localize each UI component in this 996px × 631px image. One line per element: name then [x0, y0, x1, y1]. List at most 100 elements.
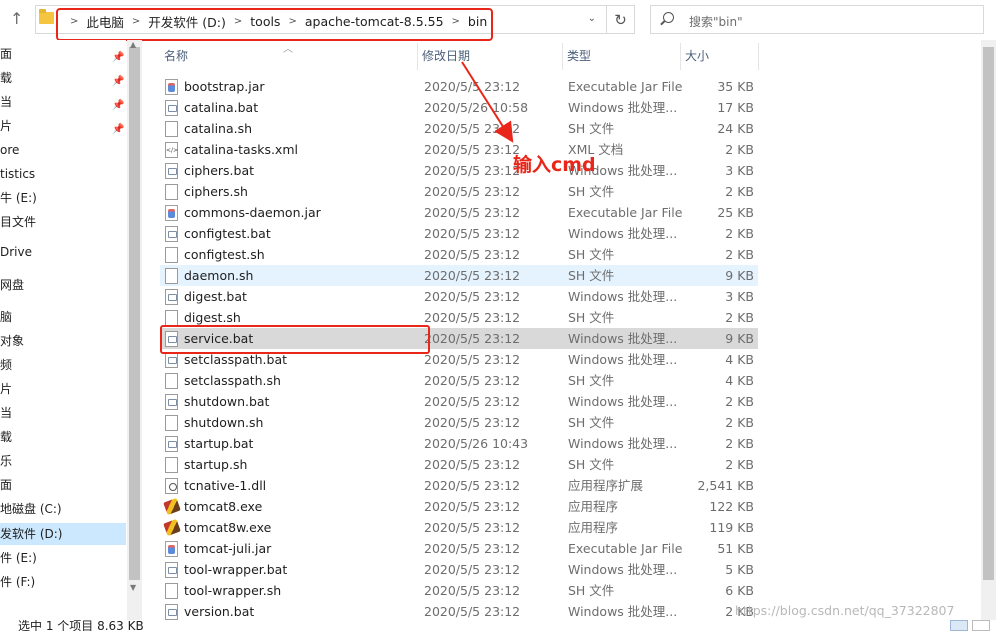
file-size: 2 KB	[725, 184, 754, 199]
file-date: 2020/5/5 23:12	[424, 310, 521, 325]
annotation-text: 输入cmd	[513, 154, 596, 176]
column-date[interactable]: 修改日期	[418, 43, 563, 70]
file-row[interactable]: ciphers.bat 2020/5/5 23:12 Windows 批处理... 3…	[160, 160, 758, 181]
file-name: tomcat-juli.jar	[184, 541, 272, 556]
column-name[interactable]: 名称	[160, 43, 418, 70]
file-type: Windows 批处理...	[568, 226, 678, 241]
sidebar-item[interactable]: 件 (F:)	[0, 571, 126, 593]
file-row[interactable]: tcnative-1.dll 2020/5/5 23:12 应用程序扩展 2,541 …	[160, 475, 758, 496]
sidebar-scrollbar-thumb[interactable]	[129, 47, 140, 580]
sidebar-item[interactable]: 当	[0, 402, 126, 424]
file-name: tomcat8w.exe	[184, 520, 272, 535]
sidebar-item[interactable]: 面	[0, 474, 126, 496]
column-size[interactable]: 大小	[681, 43, 759, 70]
file-date: 2020/5/5 23:12	[424, 142, 521, 157]
large-icons-view-icon[interactable]	[972, 620, 990, 631]
file-row[interactable]: setclasspath.sh 2020/5/5 23:12 SH 文件 4 KB	[160, 370, 758, 391]
file-name: startup.bat	[184, 436, 254, 451]
file-row[interactable]: digest.bat 2020/5/5 23:12 Windows 批处理... 3 …	[160, 286, 758, 307]
details-view-icon[interactable]	[950, 620, 968, 631]
sidebar-item[interactable]: 载 📌	[0, 67, 126, 89]
file-icon	[165, 268, 178, 284]
file-row[interactable]: catalina-tasks.xml2020/5/5 23:12XML 文档2 …	[160, 139, 758, 161]
sidebar-item[interactable]: 频	[0, 354, 126, 376]
file-row[interactable]: version.bat 2020/5/5 23:12 Windows 批处理... 2…	[160, 601, 758, 622]
bat-icon	[165, 289, 178, 305]
bat-icon	[165, 394, 178, 410]
chevron-down-icon[interactable]: ⌄	[588, 13, 596, 24]
sidebar-item-label: 载	[0, 430, 13, 444]
sidebar-item[interactable]: Drive	[0, 241, 126, 263]
file-row[interactable]: tool-wrapper.bat 2020/5/5 23:12 Windows 批处…	[160, 559, 758, 580]
sidebar-item[interactable]: 发软件 (D:)	[0, 523, 126, 545]
tomcat-exe-icon	[165, 520, 178, 536]
file-type: SH 文件	[568, 415, 615, 430]
file-row[interactable]: daemon.sh 2020/5/5 23:12 SH 文件 9 KB	[160, 265, 758, 286]
sidebar-item[interactable]: 对象	[0, 330, 126, 352]
sidebar-item[interactable]: tistics	[0, 163, 126, 185]
file-name: tool-wrapper.sh	[184, 583, 282, 598]
bat-icon	[165, 163, 178, 179]
column-type[interactable]: 类型	[563, 43, 681, 70]
sidebar-item[interactable]: 目文件	[0, 211, 126, 233]
file-row[interactable]: bootstrap.jar 2020/5/5 23:12 Executable Ja…	[160, 76, 758, 97]
bat-icon	[165, 226, 178, 242]
file-list-scrollbar-thumb[interactable]	[983, 47, 994, 580]
pin-icon[interactable]: 📌	[112, 71, 124, 93]
sidebar-item[interactable]: ore	[0, 139, 126, 161]
file-row[interactable]: startup.bat 2020/5/26 10:43 Windows 批处理...…	[160, 433, 758, 454]
file-row[interactable]: shutdown.bat 2020/5/5 23:12 Windows 批处理...…	[160, 391, 758, 412]
up-arrow-icon[interactable]: ↑	[10, 9, 23, 28]
sidebar-item-label: 频	[0, 358, 13, 372]
scroll-down-icon[interactable]: ▼	[130, 583, 136, 592]
file-date: 2020/5/5 23:12	[424, 331, 521, 346]
sidebar-item[interactable]: 脑	[0, 306, 126, 328]
file-row[interactable]: tomcat-juli.jar 2020/5/5 23:12 Executable …	[160, 538, 758, 559]
refresh-button[interactable]: ↻	[607, 5, 635, 34]
sidebar-item[interactable]: 载	[0, 426, 126, 448]
sidebar-item-label: tistics	[0, 167, 36, 181]
file-type: 应用程序	[568, 499, 619, 514]
file-row[interactable]: ciphers.sh 2020/5/5 23:12 SH 文件 2 KB	[160, 181, 758, 202]
sidebar-item-label: 片	[0, 382, 13, 396]
file-type: Windows 批处理...	[568, 289, 678, 304]
file-type: SH 文件	[568, 184, 615, 199]
file-row[interactable]: catalina.sh 2020/5/5 23:12 SH 文件 24 KB	[160, 118, 758, 139]
sidebar-item[interactable]: 片 📌	[0, 115, 126, 137]
pin-icon[interactable]: 📌	[112, 47, 124, 69]
file-name: catalina.bat	[184, 100, 259, 115]
sidebar-item[interactable]: 乐	[0, 450, 126, 472]
file-row[interactable]: tool-wrapper.sh 2020/5/5 23:12 SH 文件 6 KB	[160, 580, 758, 601]
file-row[interactable]: startup.sh 2020/5/5 23:12 SH 文件 2 KB	[160, 454, 758, 475]
refresh-icon: ↻	[614, 10, 627, 29]
file-name: startup.sh	[184, 457, 248, 472]
file-row[interactable]: tomcat8.exe 2020/5/5 23:12 应用程序 122 KB	[160, 496, 758, 517]
sidebar-item-label: ore	[0, 143, 20, 157]
jar-icon	[165, 541, 178, 557]
file-row[interactable]: shutdown.sh 2020/5/5 23:12 SH 文件 2 KB	[160, 412, 758, 433]
pin-icon[interactable]: 📌	[112, 119, 124, 141]
file-date: 2020/5/5 23:12	[424, 289, 521, 304]
search-box[interactable]: 搜索"bin"	[650, 5, 984, 34]
file-row[interactable]: tomcat8w.exe 2020/5/5 23:12 应用程序 119 KB	[160, 517, 758, 538]
sidebar-item[interactable]: 件 (E:)	[0, 547, 126, 569]
bat-icon	[165, 436, 178, 452]
file-row[interactable]: catalina.bat 2020/5/26 10:58 Windows 批处理..…	[160, 97, 758, 118]
file-row[interactable]: configtest.sh 2020/5/5 23:12 SH 文件 2 KB	[160, 244, 758, 265]
sidebar-item[interactable]: 牛 (E:)	[0, 187, 126, 209]
sidebar-item[interactable]: 当 📌	[0, 91, 126, 113]
jar-icon	[165, 205, 178, 221]
sidebar-item[interactable]: 片	[0, 378, 126, 400]
scroll-up-icon[interactable]: ▲	[130, 40, 136, 49]
sidebar-item[interactable]: 地磁盘 (C:)	[0, 498, 126, 520]
sidebar-item[interactable]: 面 📌	[0, 43, 126, 65]
file-row[interactable]: configtest.bat 2020/5/5 23:12 Windows 批处理.…	[160, 223, 758, 244]
sidebar-item-label: 对象	[0, 334, 25, 348]
file-row[interactable]: commons-daemon.jar 2020/5/5 23:12 Executab…	[160, 202, 758, 223]
file-date: 2020/5/26 10:43	[424, 436, 529, 451]
sidebar-item[interactable]: 网盘	[0, 274, 126, 296]
sidebar-item-label: 牛 (E:)	[0, 191, 37, 205]
pin-icon[interactable]: 📌	[112, 95, 124, 117]
file-size: 2 KB	[725, 457, 754, 472]
sidebar-item-label: 当	[0, 406, 13, 420]
